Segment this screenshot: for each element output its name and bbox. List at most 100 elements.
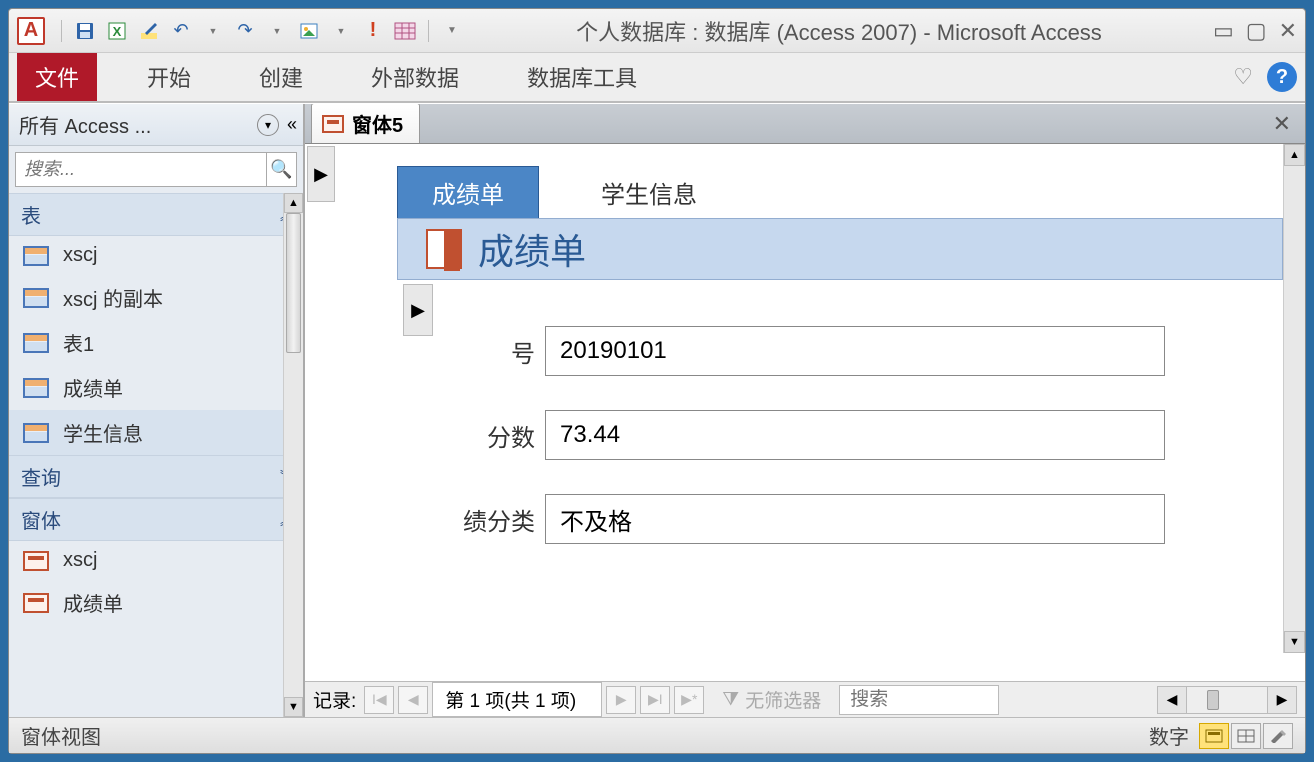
horizontal-scrollbar[interactable]: ◀ ▶ [1157,686,1297,714]
table-icon [23,423,49,443]
scroll-thumb[interactable] [286,213,301,353]
nav-item-label: 成绩单 [63,588,123,617]
form-fields: 号 分数 绩分类 [435,326,1273,578]
nav-item-table[interactable]: xscj 的副本 [9,275,303,320]
highlight-icon[interactable] [136,18,162,44]
design-view-icon[interactable] [1263,723,1293,749]
field-input-category[interactable] [545,494,1165,544]
subform-title: 成绩单 [478,223,586,275]
alert-icon[interactable]: ! [360,18,386,44]
recnav-label: 记录: [313,686,356,713]
main-area: 所有 Access ... ▾ « 🔍 表 ︽ xscj xscj 的副本 表1… [9,103,1305,717]
save-icon[interactable] [72,18,98,44]
nav-item-label: xscj [63,549,97,572]
app-window: A X ↶ ▼ ↷ ▼ ▼ ! ▼ [8,8,1306,754]
layout-view-icon[interactable] [1231,723,1261,749]
tab-page-active[interactable]: 成绩单 [397,166,539,219]
image-dropdown-icon[interactable]: ▼ [328,18,354,44]
nav-collapse-icon[interactable]: « [287,114,293,135]
form-view-icon[interactable] [1199,723,1229,749]
nav-scrollbar[interactable]: ▲ ▼ [283,193,303,717]
document-area: 窗体5 ✕ ▶ 成绩单 学生信息 成绩单 ▶ [305,104,1305,717]
scroll-down-icon[interactable]: ▼ [1284,631,1305,653]
form-icon [23,593,49,613]
nav-header[interactable]: 所有 Access ... ▾ « [9,104,303,146]
qat-customize-icon[interactable]: ▼ [439,18,465,44]
database-tools-tab[interactable]: 数据库工具 [509,53,655,101]
image-icon[interactable] [296,18,322,44]
nav-group-label: 查询 [21,462,61,491]
redo-dropdown-icon[interactable]: ▼ [264,18,290,44]
home-tab[interactable]: 开始 [129,53,209,101]
datasheet-icon[interactable] [392,18,418,44]
close-document-icon[interactable]: ✕ [1259,111,1305,137]
scroll-thumb[interactable] [1207,690,1219,710]
field-input-score[interactable] [545,410,1165,460]
access-app-icon: A [17,17,45,45]
nav-item-table[interactable]: xscj [9,236,303,275]
last-record-icon[interactable]: ▶I [640,686,670,714]
new-record-icon[interactable]: ▶* [674,686,704,714]
form-row: 绩分类 [435,494,1273,544]
file-tab[interactable]: 文件 [17,53,97,101]
close-button[interactable]: ✕ [1279,18,1297,44]
field-label: 绩分类 [435,502,545,537]
scroll-left-icon[interactable]: ◀ [1157,686,1187,714]
prev-record-icon[interactable]: ◀ [398,686,428,714]
search-icon[interactable]: 🔍 [267,152,297,187]
record-selector[interactable]: ▶ [307,146,335,202]
filter-label: 无筛选器 [745,686,821,713]
record-position[interactable]: 第 1 项(共 1 项) [432,682,602,717]
external-data-tab[interactable]: 外部数据 [353,53,477,101]
field-input-id[interactable] [545,326,1165,376]
nav-item-table[interactable]: 学生信息 [9,410,303,455]
tab-page-inactive[interactable]: 学生信息 [567,167,731,218]
quick-access-toolbar: X ↶ ▼ ↷ ▼ ▼ ! ▼ [57,18,465,44]
separator [61,20,62,42]
scroll-down-icon[interactable]: ▼ [284,697,303,717]
nav-item-table[interactable]: 成绩单 [9,365,303,410]
undo-icon[interactable]: ↶ [168,18,194,44]
nav-search-input[interactable] [15,152,267,187]
document-tab[interactable]: 窗体5 [311,103,420,143]
nav-item-table[interactable]: 表1 [9,320,303,365]
document-tabs: 窗体5 ✕ [305,104,1305,144]
scroll-track[interactable] [1187,686,1267,714]
help-icon[interactable]: ? [1267,62,1297,92]
undo-dropdown-icon[interactable]: ▼ [200,18,226,44]
nav-group-label: 窗体 [21,505,61,534]
form-header-icon [426,229,462,269]
form-icon [23,551,49,571]
status-view-label: 窗体视图 [21,721,101,750]
nav-item-form[interactable]: 成绩单 [9,580,303,625]
nav-group-forms[interactable]: 窗体 ︽ [9,498,303,541]
document-tab-label: 窗体5 [352,109,403,138]
first-record-icon[interactable]: I◀ [364,686,394,714]
next-record-icon[interactable]: ▶ [606,686,636,714]
subform-record-selector[interactable]: ▶ [403,284,433,336]
separator [428,20,429,42]
vertical-scrollbar[interactable]: ▲ ▼ [1283,144,1305,653]
scroll-right-icon[interactable]: ▶ [1267,686,1297,714]
recnav-search-input[interactable] [839,685,999,715]
minimize-button[interactable]: ▭ [1213,18,1234,44]
scroll-up-icon[interactable]: ▲ [1284,144,1305,166]
excel-export-icon[interactable]: X [104,18,130,44]
form-icon [322,115,344,133]
nav-group-queries[interactable]: 查询 ︾ [9,455,303,498]
table-icon [23,288,49,308]
minimize-ribbon-icon[interactable]: ♡ [1233,64,1253,90]
redo-icon[interactable]: ↷ [232,18,258,44]
nav-item-form[interactable]: xscj [9,541,303,580]
window-controls: ▭ ▢ ✕ [1213,18,1297,44]
nav-item-label: 表1 [63,328,94,357]
scroll-up-icon[interactable]: ▲ [284,193,303,213]
create-tab[interactable]: 创建 [241,53,321,101]
status-bar: 窗体视图 数字 [9,717,1305,753]
maximize-button[interactable]: ▢ [1246,18,1267,44]
nav-category-dropdown-icon[interactable]: ▾ [257,114,279,136]
nav-item-label: xscj [63,244,97,267]
filter-indicator[interactable]: ⧩ 无筛选器 [722,686,821,713]
nav-header-title: 所有 Access ... [19,110,257,139]
nav-group-tables[interactable]: 表 ︽ [9,193,303,236]
